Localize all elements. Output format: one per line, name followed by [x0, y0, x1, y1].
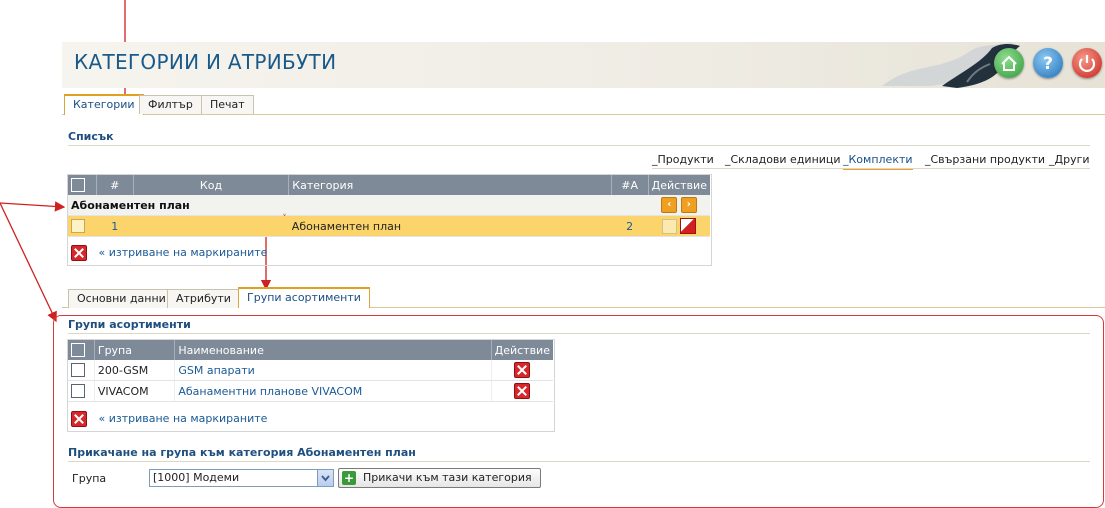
links-divider [652, 168, 1090, 169]
section-divider [68, 145, 1090, 146]
table-row: 1 ˅ Абонаментен план 2 [68, 214, 710, 237]
delete-marked-link[interactable]: « изтриване на маркираните [99, 246, 268, 259]
group-select[interactable]: [1000] Модеми [149, 469, 334, 487]
select-all-header [68, 340, 95, 360]
row-checkbox[interactable] [71, 219, 85, 233]
list-section-title: Списък [68, 130, 114, 143]
help-button[interactable]: ? [1033, 48, 1063, 78]
plus-icon: + [342, 471, 356, 485]
select-all-checkbox[interactable] [71, 178, 85, 192]
power-icon [1078, 55, 1096, 72]
page-title: КАТЕГОРИИ И АТРИБУТИ [74, 50, 337, 74]
chevron-down-icon[interactable] [317, 470, 333, 486]
app-header: КАТЕГОРИИ И АТРИБУТИ ? [62, 42, 1105, 88]
assortment-table: Група Наименование Действие 200-GSM GSM … [68, 340, 553, 402]
col-code: Код [133, 175, 290, 195]
link-products[interactable]: _Продукти [652, 153, 714, 166]
tab-attributes[interactable]: Атрибути [167, 289, 240, 308]
col-count: #А [611, 175, 649, 195]
col-name: Наименование [174, 340, 492, 360]
logout-button[interactable] [1072, 48, 1102, 78]
delete-marked-categories[interactable]: « изтриване на маркираните [71, 245, 267, 261]
select-all-checkbox[interactable] [71, 343, 85, 357]
svg-text:?: ? [1043, 54, 1053, 74]
attach-button-label: Прикачи към тази категория [363, 471, 532, 484]
help-icon: ? [1043, 54, 1053, 74]
tabs-baseline [62, 114, 1105, 115]
row-group: VIVACOM [94, 380, 176, 402]
category-table: # Код Категория #А Действие Абонаментен … [68, 175, 710, 237]
row-name-link[interactable]: GSM апарати [174, 360, 492, 381]
delete-row-icon[interactable] [514, 362, 531, 378]
attach-section-title: Прикачане на група към категория Абонаме… [68, 446, 416, 459]
col-action: Действие [648, 175, 710, 195]
section-divider [68, 333, 1090, 334]
tab-assortment-groups[interactable]: Групи асортименти [238, 287, 370, 308]
edit-icon[interactable] [680, 218, 697, 234]
select-all-header [68, 175, 97, 195]
tab-basic-data[interactable]: Основни данни [68, 289, 175, 308]
table-row: 200-GSM GSM апарати [68, 360, 553, 381]
table-row: VIVACOM Абанаментни планове VIVACOM [68, 380, 553, 402]
row-checkbox[interactable] [71, 384, 85, 398]
row-checkbox[interactable] [71, 363, 85, 377]
col-num: # [96, 175, 134, 195]
delete-marked-groups[interactable]: « изтриване на маркираните [71, 411, 267, 427]
link-stock-units[interactable]: _Складови единици [725, 153, 841, 166]
row-num: 1 [96, 215, 134, 237]
row-category: Абонаментен план [288, 215, 612, 237]
delete-marked-link[interactable]: « изтриване на маркираните [99, 412, 268, 425]
link-related-products[interactable]: _Свързани продукти [925, 153, 1045, 166]
delete-icon[interactable] [71, 245, 87, 261]
link-others[interactable]: _Други [1049, 153, 1090, 166]
delete-row-icon[interactable] [514, 383, 531, 399]
home-icon [1001, 55, 1017, 71]
tab-categories[interactable]: Категории [64, 94, 144, 115]
section-divider [68, 461, 1090, 462]
expand-marker-icon[interactable]: ˅ [282, 214, 287, 224]
check-disabled-icon [661, 218, 677, 234]
col-category: Категория [288, 175, 612, 195]
row-count: 2 [611, 215, 649, 237]
row-group: 200-GSM [94, 360, 176, 381]
row-name-link[interactable]: Абанаментни планове VIVACOM [174, 380, 492, 402]
col-group: Група [94, 340, 176, 360]
group-field-label: Група [72, 472, 107, 485]
tab-print[interactable]: Печат [201, 95, 254, 114]
attach-to-category-button[interactable]: + Прикачи към тази категория [338, 468, 541, 488]
delete-icon[interactable] [71, 411, 87, 427]
col-action: Действие [491, 340, 553, 360]
prev-arrow-button[interactable]: ‹ [661, 197, 678, 213]
tab-filter[interactable]: Филтър [139, 95, 202, 114]
assortment-section-title: Групи асортименти [68, 318, 191, 331]
home-button[interactable] [994, 48, 1024, 78]
group-row-label: Абонаментен план [68, 195, 649, 216]
group-select-value: [1000] Модеми [153, 471, 240, 484]
next-arrow-button[interactable]: › [680, 197, 697, 213]
